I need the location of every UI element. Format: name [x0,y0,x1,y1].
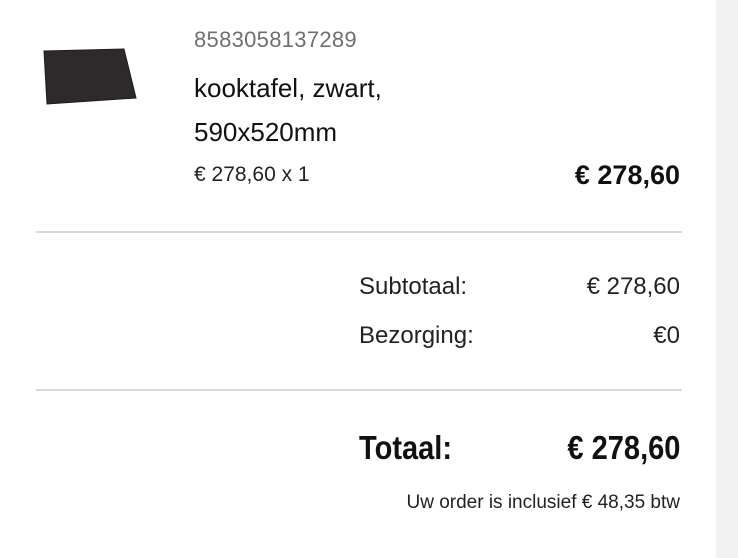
order-summary-page: 8583058137289 kooktafel, zwart, 590x520m… [0,0,738,558]
shipping-value: €0 [653,322,680,349]
divider [36,231,682,233]
cooktop-icon [43,48,137,105]
subtotal-value: € 278,60 [586,273,680,300]
subtotal-label: Subtotaal: [359,273,468,300]
product-image [40,44,140,108]
product-sku: 8583058137289 [194,27,357,52]
line-total: € 278,60 [574,160,680,190]
total-value: € 278,60 [566,429,680,466]
shipping-label: Bezorging: [359,322,474,349]
product-name: kooktafel, zwart, 590x520mm [194,73,382,147]
page-edge-strip [716,0,738,558]
divider [36,389,682,391]
unit-price-quantity: € 278,60 x 1 [194,163,310,186]
total-label: Totaal: [359,429,453,466]
vat-note: Uw order is inclusief € 48,35 btw [406,492,680,513]
